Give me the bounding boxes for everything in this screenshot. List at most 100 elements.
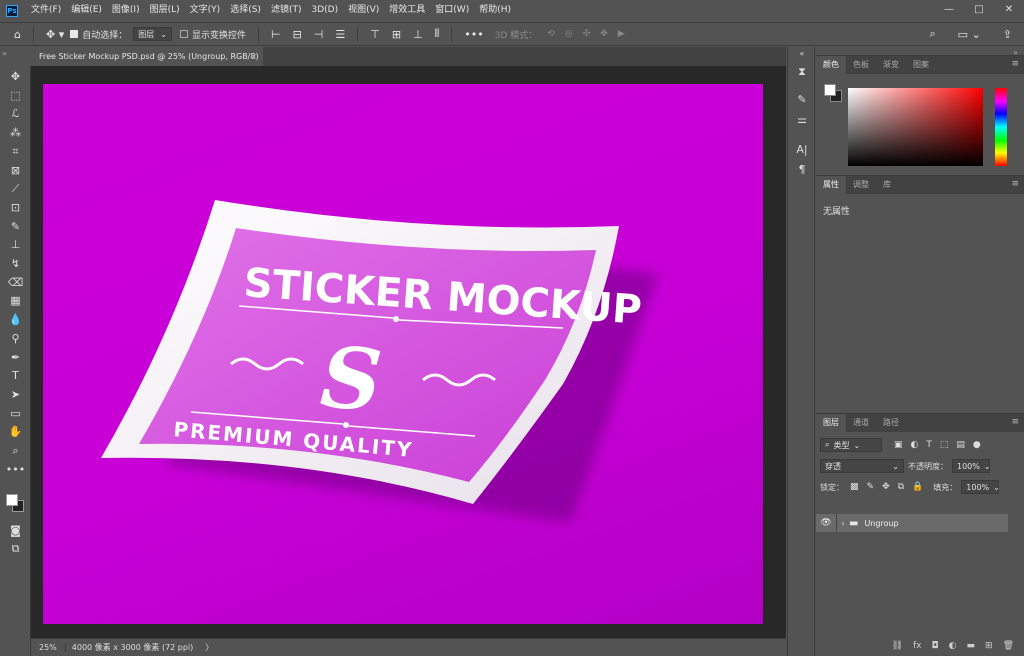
pen-tool-icon[interactable]: ✒ [0,349,31,367]
menu-layer[interactable]: 图层(L) [145,0,185,21]
tab-properties[interactable]: 属性 [816,176,846,194]
layer-name[interactable]: Ungroup [864,519,898,528]
document-tab[interactable]: Free Sticker Mockup PSD.psd @ 25% (Ungro… [31,47,263,66]
menu-file[interactable]: 文件(F) [26,0,66,21]
quick-mask-icon[interactable]: ◙ [0,522,31,540]
paragraph-panel-icon[interactable]: ¶ [788,163,816,176]
maximize-button[interactable]: □ [964,0,994,21]
align-right-icon[interactable]: ⊣ [314,28,324,41]
fill-input[interactable]: 100% ⌄ [961,480,1000,494]
panel-menu-icon[interactable]: ≡ [1011,417,1019,427]
tab-swatches[interactable]: 色板 [846,56,876,74]
hand-tool-icon[interactable]: ✋ [0,423,31,441]
align-left-icon[interactable]: ⊢ [271,28,281,41]
lock-transparent-icon[interactable]: ▩ [850,482,859,492]
distribute-vertical-icon[interactable]: ⫴ [435,27,440,41]
menu-plugins[interactable]: 增效工具 [384,0,430,21]
share-icon[interactable]: ⇪ [1003,28,1012,41]
move-tool-preset-icon[interactable]: ✥ ▾ [46,28,64,41]
menu-filter[interactable]: 滤镜(T) [266,0,307,21]
shape-tool-icon[interactable]: ▭ [0,405,31,423]
color-picker-field[interactable] [848,88,983,166]
tab-color[interactable]: 颜色 [816,56,846,74]
dodge-tool-icon[interactable]: ⚲ [0,330,31,348]
lock-all-icon[interactable]: 🔒 [912,482,923,492]
canvas-area[interactable]: STICKER MOCKUP S PREMIUM QUALITY [31,66,786,638]
align-bottom-icon[interactable]: ⊥ [413,28,423,41]
blend-mode-dropdown[interactable]: 穿透 ⌄ [820,459,904,473]
crop-tool-icon[interactable]: ⌗ [0,143,31,161]
brush-settings-icon[interactable]: ✎ [788,93,816,106]
adjustment-icon[interactable]: ◐ [949,641,957,651]
expand-panels-icon[interactable]: « [788,49,816,58]
type-tool-icon[interactable]: T [0,367,31,385]
history-brush-tool-icon[interactable]: ↯ [0,255,31,273]
eyedropper-tool-icon[interactable]: ⟋ [0,180,31,198]
trash-icon[interactable]: 🗑 [1003,641,1014,651]
blur-tool-icon[interactable]: 💧 [0,311,31,329]
menu-help[interactable]: 帮助(H) [474,0,516,21]
clone-stamp-tool-icon[interactable]: ⊥ [0,236,31,254]
tab-patterns[interactable]: 图案 [906,56,936,74]
collapse-toolbar-icon[interactable]: » [2,49,7,58]
folder-icon[interactable]: ▬ [967,641,976,651]
auto-select-target-dropdown[interactable]: 图层 ⌄ [133,27,172,41]
visibility-eye-icon[interactable]: 👁 [816,518,836,528]
lock-artboard-icon[interactable]: ⧉ [898,482,904,492]
filter-pixel-icon[interactable]: ▣ [894,440,903,450]
gradient-tool-icon[interactable]: ▦ [0,292,31,310]
link-icon[interactable]: ⛓ [892,641,903,651]
show-transform-checkbox[interactable]: 显示变换控件 [179,28,246,41]
filter-shape-icon[interactable]: ⬚ [940,440,949,450]
expand-group-icon[interactable]: › [837,519,849,528]
color-foreground-swatch[interactable] [824,84,836,96]
brush-tool-icon[interactable]: ✎ [0,218,31,236]
search-icon[interactable]: ⌕ [930,27,936,41]
more-options-button[interactable]: ••• [464,28,483,41]
character-panel-icon[interactable]: A| [788,143,816,156]
filter-type-icon[interactable]: T [926,440,932,450]
align-middle-icon[interactable]: ⊞ [392,28,401,41]
document-canvas[interactable]: STICKER MOCKUP S PREMIUM QUALITY [43,84,763,624]
frame-tool-icon[interactable]: ⊠ [0,162,31,180]
path-selection-tool-icon[interactable]: ➤ [0,386,31,404]
layer-filter-dropdown[interactable]: ⌕ 类型 ⌄ [820,438,882,452]
edit-toolbar-icon[interactable]: ••• [0,461,31,479]
zoom-level[interactable]: 25% [31,643,66,652]
minimize-button[interactable]: — [934,0,964,21]
foreground-swatch[interactable] [6,494,18,506]
opacity-input[interactable]: 100% ⌄ [952,459,991,473]
lock-pixels-icon[interactable]: ✎ [867,482,875,492]
healing-brush-tool-icon[interactable]: ⊡ [0,199,31,217]
filter-smart-object-icon[interactable]: ▤ [956,440,965,450]
tab-gradients[interactable]: 渐变 [876,56,906,74]
tab-adjustments[interactable]: 调整 [846,176,876,194]
foreground-background-swatches[interactable] [6,490,28,512]
lasso-tool-icon[interactable]: ℒ [0,105,31,123]
zoom-tool-icon[interactable]: ⌕ [0,442,31,460]
workspace-icon[interactable]: ▭ ⌄ [958,28,981,41]
tab-channels[interactable]: 通道 [846,414,876,432]
filter-adjustment-icon[interactable]: ◐ [911,440,919,450]
tab-layers[interactable]: 图层 [816,414,846,432]
eraser-tool-icon[interactable]: ⌫ [0,274,31,292]
menu-image[interactable]: 图像(I) [107,0,145,21]
menu-edit[interactable]: 编辑(E) [66,0,107,21]
tab-libraries[interactable]: 库 [876,176,898,194]
marquee-tool-icon[interactable]: ⬚ [0,87,31,105]
distribute-icon[interactable]: ☰ [335,28,345,41]
adjust-panel-icon[interactable]: ⚌ [788,113,816,126]
panel-menu-icon[interactable]: ≡ [1011,59,1019,69]
chevron-right-icon[interactable]: 〉 [199,642,219,653]
panel-menu-icon[interactable]: ≡ [1011,179,1019,189]
close-tab-icon[interactable]: × [250,47,257,66]
fx-icon[interactable]: fx [913,641,922,651]
menu-type[interactable]: 文字(Y) [185,0,226,21]
move-tool-icon[interactable]: ✥ [0,68,31,86]
lock-position-icon[interactable]: ✥ [882,482,890,492]
magic-wand-tool-icon[interactable]: ⁂ [0,124,31,142]
menu-3d[interactable]: 3D(D) [306,0,343,21]
menu-select[interactable]: 选择(S) [225,0,266,21]
screen-mode-icon[interactable]: ⧉ [0,540,31,558]
layer-row[interactable]: 👁 › ▬ Ungroup [816,514,1008,532]
